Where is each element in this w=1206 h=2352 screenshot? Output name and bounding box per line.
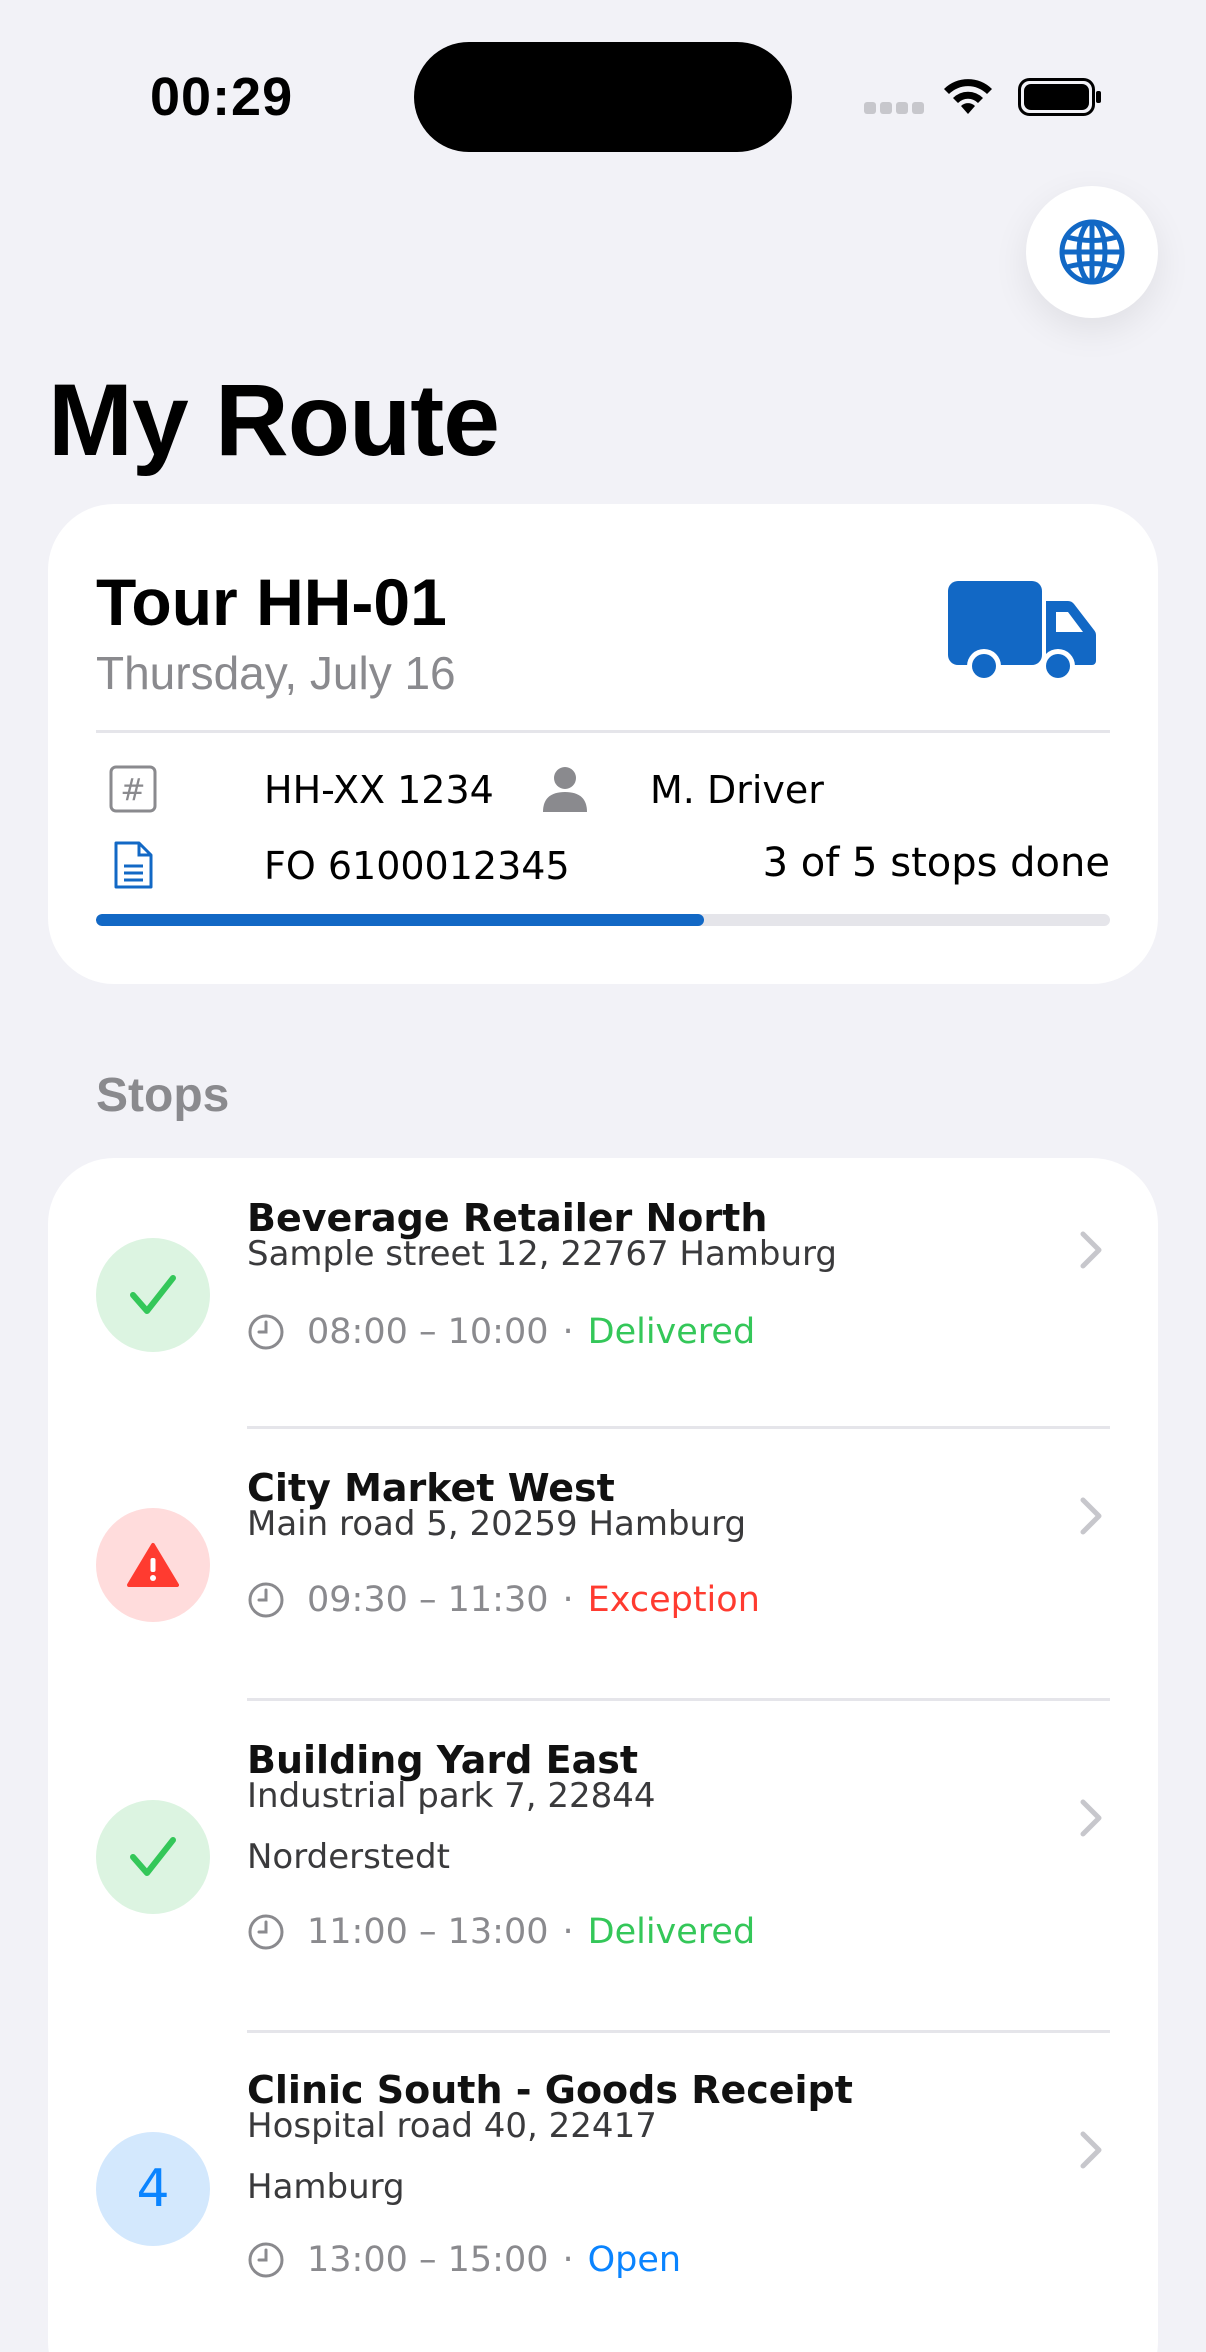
clock-icon (248, 2242, 284, 2278)
stop-status-badge (96, 1800, 210, 1914)
divider (247, 1426, 1110, 1429)
svg-text:#: # (120, 773, 145, 808)
chevron-right-icon[interactable] (1078, 1496, 1104, 1536)
stop-address: Sample street 12, 22767 Hamburg (247, 1234, 838, 1274)
stop-status-badge (96, 1238, 210, 1352)
stop-meta: 13:00 – 15:00 · Open (247, 2235, 681, 2285)
stop-row[interactable]: Beverage Retailer North Sample street 12,… (48, 1158, 1158, 1429)
progress-fill (96, 914, 705, 926)
stop-status: Delivered (587, 1912, 756, 1952)
person-icon (543, 767, 587, 812)
warning-triangle-icon (127, 1543, 179, 1587)
stop-time-window: 13:00 – 15:00 (307, 2240, 549, 2280)
stop-time-window: 09:30 – 11:30 (307, 1580, 549, 1620)
freight-order-row: FO 6100012345 3 of 5 stops done (96, 834, 1110, 894)
stop-row[interactable]: 4 Clinic South - Goods Receipt Hospital ro… (48, 2034, 1158, 2352)
progress-bar (96, 914, 1110, 926)
clock-icon (248, 1582, 284, 1618)
stop-status: Open (587, 2240, 682, 2280)
tour-date: Thursday, July 16 (96, 647, 456, 699)
clock-icon (248, 1914, 284, 1950)
chevron-right-icon[interactable] (1078, 1230, 1104, 1270)
truck-icon (948, 581, 1096, 683)
page-title: My Route (48, 363, 500, 477)
tour-summary-card: Tour HH-01 Thursday, July 16 # HH-XX 123… (48, 504, 1158, 984)
status-bar: 00:29 (0, 0, 1206, 180)
meta-separator: · (562, 1312, 574, 1352)
stop-address: Industrial park 7, 22844 Norderstedt (247, 1776, 656, 1877)
globe-icon (1059, 219, 1125, 285)
meta-separator: · (562, 2240, 574, 2280)
dynamic-island (414, 42, 792, 152)
hash-icon: # (109, 765, 157, 813)
stop-row[interactable]: City Market West Main road 5, 20259 Hambu… (48, 1430, 1158, 1701)
stop-status-badge: 4 (96, 2132, 210, 2246)
driver-name: M. Driver (650, 768, 824, 812)
stop-status-badge (96, 1508, 210, 1622)
stop-address: Hospital road 40, 22417 Hamburg (247, 2106, 657, 2207)
section-title-stops: Stops (96, 1069, 230, 1122)
stop-address: Main road 5, 20259 Hamburg (247, 1504, 747, 1544)
language-button[interactable] (1026, 186, 1158, 318)
meta-separator: · (562, 1580, 574, 1620)
vehicle-plate: HH-XX 1234 (264, 768, 494, 812)
divider (247, 2030, 1110, 2033)
chevron-right-icon[interactable] (1078, 2130, 1104, 2170)
freight-order-number: FO 6100012345 (264, 844, 570, 888)
checkmark-icon (130, 1837, 176, 1876)
clock-icon (248, 1314, 284, 1350)
stop-meta: 11:00 – 13:00 · Delivered (247, 1907, 755, 1957)
stop-sequence-number: 4 (136, 2159, 170, 2219)
checkmark-icon (130, 1275, 176, 1314)
cellular-signal-icon (864, 102, 924, 114)
stops-list: Beverage Retailer North Sample street 12,… (48, 1158, 1158, 2352)
stop-status: Exception (587, 1580, 760, 1620)
status-time: 00:29 (150, 67, 294, 127)
stop-row[interactable]: Building Yard East Industrial park 7, 228… (48, 1702, 1158, 2033)
tour-title: Tour HH-01 (96, 565, 447, 639)
chevron-right-icon[interactable] (1078, 1798, 1104, 1838)
battery-icon (1018, 78, 1101, 116)
stop-status: Delivered (587, 1312, 756, 1352)
divider (96, 730, 1110, 733)
stop-time-window: 08:00 – 10:00 (307, 1312, 549, 1352)
meta-separator: · (562, 1912, 574, 1952)
stop-time-window: 11:00 – 13:00 (307, 1912, 549, 1952)
progress-label: 3 of 5 stops done (762, 840, 1110, 886)
vehicle-driver-row: # HH-XX 1234 M. Driver (96, 758, 1110, 818)
document-icon (114, 841, 153, 889)
wifi-icon (944, 79, 992, 114)
divider (247, 1698, 1110, 1701)
stop-meta: 09:30 – 11:30 · Exception (247, 1575, 760, 1625)
stop-meta: 08:00 – 10:00 · Delivered (247, 1307, 755, 1357)
